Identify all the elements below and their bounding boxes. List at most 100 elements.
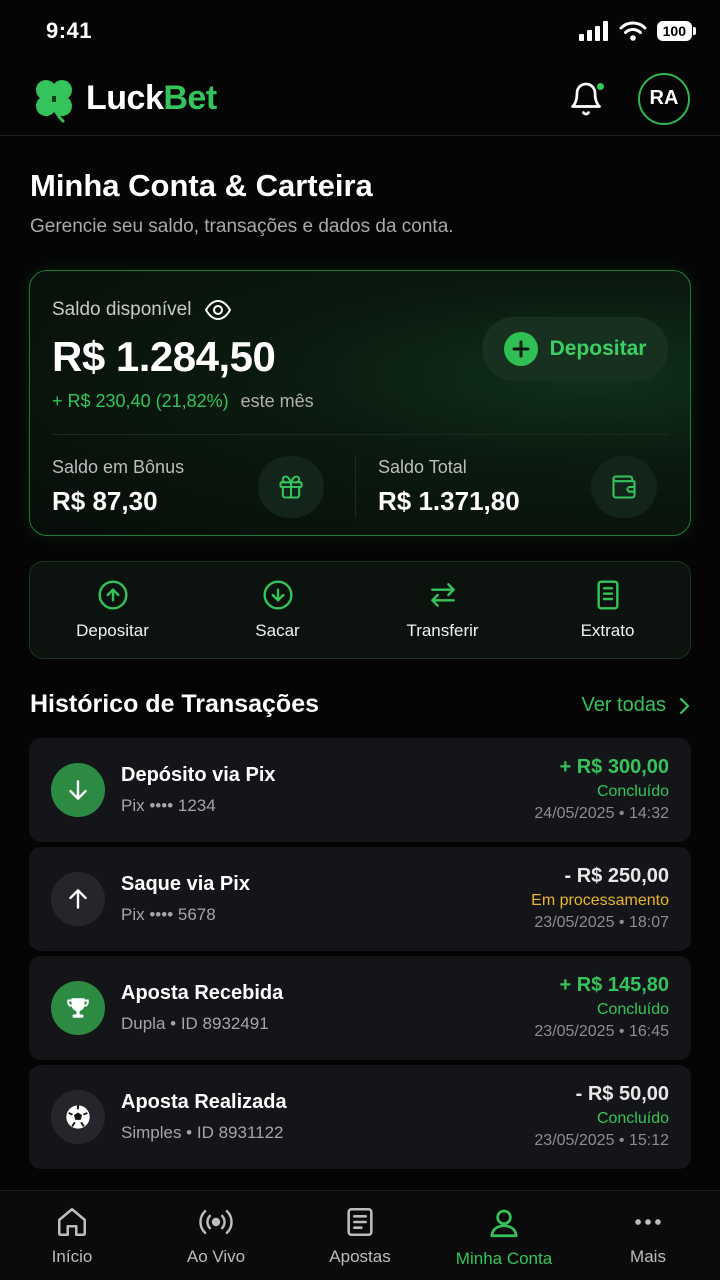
transaction-list: Depósito via Pix Pix •••• 1234 + R$ 300,… (29, 738, 691, 1174)
bonus-balance-value: R$ 87,30 (52, 486, 158, 516)
action-label: Extrato (580, 621, 635, 640)
action-withdraw[interactable]: Sacar (195, 562, 360, 658)
app-header: LuckBet RA (0, 62, 720, 136)
bonus-balance: Saldo em Bônus R$ 87,30 (52, 457, 184, 517)
bonus-balance-label: Saldo em Bônus (52, 457, 185, 477)
transaction-amount: + R$ 145,80 (559, 974, 669, 996)
bottom-nav: Início Ao Vivo Apostas Minha Conta Mais (0, 1190, 720, 1280)
transaction-title: Aposta Recebida (121, 982, 284, 1004)
transaction-status: Concluído (596, 1001, 669, 1018)
transaction-status: Em processamento (531, 892, 669, 909)
signal-icon (578, 21, 609, 41)
deposit-button[interactable]: Depositar (482, 317, 668, 381)
nav-home[interactable]: Início (0, 1191, 144, 1280)
action-deposit[interactable]: Depositar (30, 562, 195, 658)
wallet-icon (610, 473, 638, 501)
transaction-row[interactable]: Saque via Pix Pix •••• 5678 - R$ 250,00 … (29, 847, 691, 951)
balance-card: Saldo disponível R$ 1.284,50 + R$ 230,40… (29, 270, 691, 536)
status-bar: 9:41 100 (0, 0, 720, 62)
chevron-right-icon (678, 697, 690, 715)
transaction-amount: - R$ 250,00 (564, 865, 669, 887)
see-all-label: Ver todas (581, 694, 666, 716)
transaction-date: 24/05/2025 • 14:32 (534, 805, 669, 822)
action-label: Transferir (406, 621, 479, 640)
nav-live[interactable]: Ao Vivo (144, 1191, 288, 1280)
status-time: 9:41 (46, 18, 93, 43)
arrow-down-circle-icon (262, 579, 294, 611)
nav-label: Início (51, 1247, 93, 1266)
nav-bets[interactable]: Apostas (288, 1191, 432, 1280)
nav-more[interactable]: Mais (576, 1191, 720, 1280)
balance-label-row: Saldo disponível (52, 299, 232, 321)
transaction-status: Concluído (596, 783, 669, 800)
transaction-status: Concluído (596, 1110, 669, 1127)
total-balance: Saldo Total R$ 1.371,80 (378, 457, 520, 517)
transaction-amount: - R$ 50,00 (575, 1083, 669, 1105)
balance-amount: R$ 1.284,50 (52, 333, 276, 380)
status-icons: 100 (578, 21, 697, 41)
brand-name-accent: Bet (163, 79, 217, 117)
eye-icon[interactable] (205, 300, 232, 320)
wallet-button[interactable] (591, 456, 657, 518)
page-title: Minha Conta & Carteira (30, 168, 373, 203)
transaction-title: Aposta Realizada (121, 1091, 287, 1113)
nav-account[interactable]: Minha Conta (432, 1191, 576, 1280)
transaction-subtitle: Dupla • ID 8932491 (121, 1014, 269, 1033)
transaction-date: 23/05/2025 • 18:07 (534, 914, 669, 931)
total-balance-label: Saldo Total (378, 457, 467, 477)
divider (52, 434, 668, 435)
arrow-up-circle-icon (97, 579, 129, 611)
transaction-title: Saque via Pix (121, 873, 250, 895)
bets-icon (343, 1205, 377, 1239)
quick-actions: Depositar Sacar Transferir Extrato (29, 561, 691, 659)
gift-icon (277, 473, 305, 501)
transaction-amount: + R$ 300,00 (559, 756, 669, 778)
transaction-row[interactable]: Aposta Recebida Dupla • ID 8932491 + R$ … (29, 956, 691, 1060)
gift-button[interactable] (258, 456, 324, 518)
action-label: Sacar (255, 621, 300, 640)
transaction-subtitle: Pix •••• 5678 (121, 905, 216, 924)
brand-name: LuckBet (86, 79, 217, 118)
action-label: Depositar (76, 621, 149, 640)
transaction-row[interactable]: Depósito via Pix Pix •••• 1234 + R$ 300,… (29, 738, 691, 842)
arrow-up-icon (51, 872, 105, 926)
user-icon (487, 1205, 521, 1241)
transaction-date: 23/05/2025 • 16:45 (534, 1023, 669, 1040)
notification-dot (595, 80, 606, 92)
nav-label: Mais (630, 1247, 666, 1266)
nav-label: Ao Vivo (186, 1247, 246, 1266)
divider (355, 455, 356, 517)
trophy-icon (51, 981, 105, 1035)
transaction-title: Depósito via Pix (121, 764, 276, 786)
notifications-button[interactable] (568, 80, 606, 117)
deposit-button-label: Depositar (549, 337, 647, 360)
section-title: Histórico de Transações (30, 690, 320, 718)
wifi-icon (619, 21, 647, 41)
total-balance-value: R$ 1.371,80 (378, 486, 520, 516)
balance-change-period: este mês (240, 391, 314, 411)
transaction-subtitle: Simples • ID 8931122 (121, 1123, 284, 1142)
nav-label: Apostas (329, 1247, 391, 1266)
transfer-icon (427, 579, 459, 611)
balance-label: Saldo disponível (52, 299, 192, 320)
balance-change-value: + R$ 230,40 (21,82%) (52, 391, 229, 411)
plus-icon (503, 332, 538, 366)
brand-logo[interactable]: LuckBet (30, 75, 217, 123)
live-icon (197, 1205, 235, 1239)
more-icon (631, 1205, 665, 1239)
battery-indicator: 100 (656, 21, 697, 41)
balance-change: + R$ 230,40 (21,82%) este mês (52, 391, 314, 412)
transaction-subtitle: Pix •••• 1234 (121, 796, 216, 815)
nav-label: Minha Conta (455, 1249, 553, 1268)
home-icon (55, 1205, 89, 1239)
avatar[interactable]: RA (638, 72, 690, 125)
transaction-row[interactable]: Aposta Realizada Simples • ID 8931122 - … (29, 1065, 691, 1169)
brand-name-main: Luck (86, 79, 164, 117)
see-all-link[interactable]: Ver todas (581, 694, 690, 717)
arrow-down-icon (51, 763, 105, 817)
document-icon (592, 579, 624, 611)
action-transfer[interactable]: Transferir (360, 562, 525, 658)
soccer-ball-icon (51, 1090, 105, 1144)
page-subtitle: Gerencie seu saldo, transações e dados d… (30, 216, 454, 237)
action-statement[interactable]: Extrato (525, 562, 690, 658)
